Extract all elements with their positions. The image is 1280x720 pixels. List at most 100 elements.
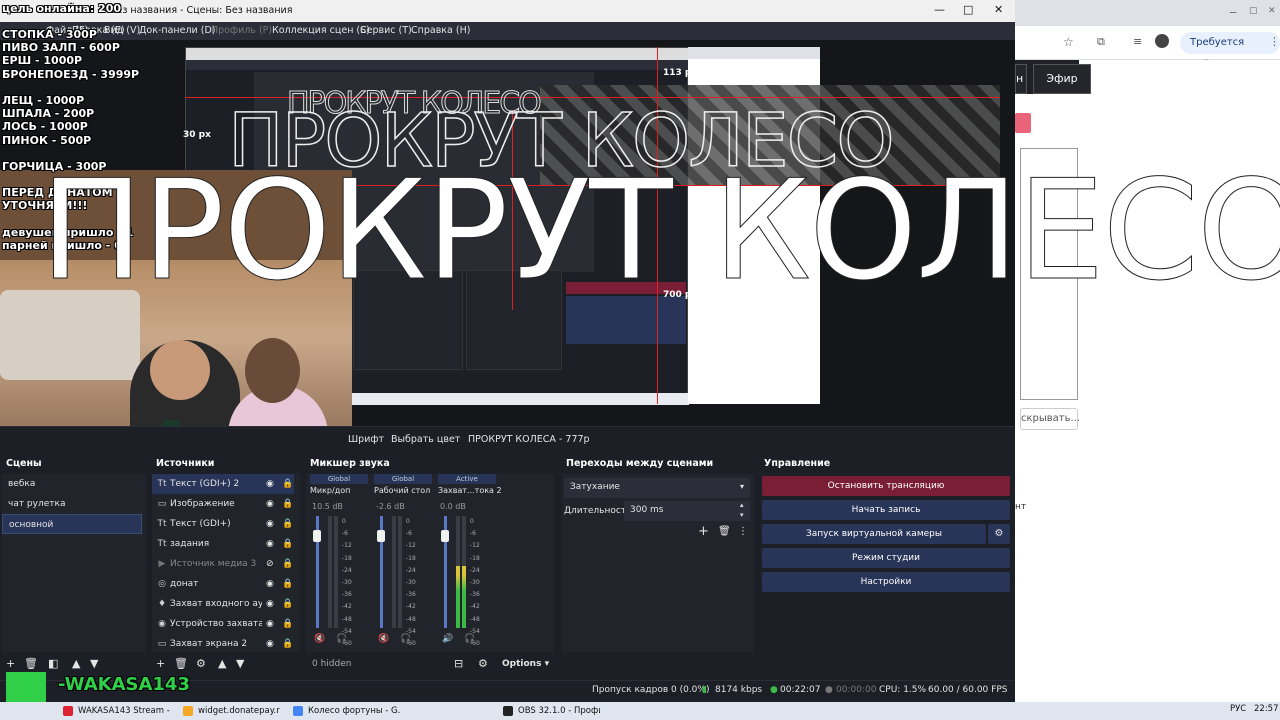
mixer-options-button[interactable]: Options ▾ xyxy=(502,659,549,669)
taskbar-app[interactable]: WAKASA143 Stream - ... xyxy=(60,703,170,719)
minimize-button[interactable]: — xyxy=(934,3,945,16)
extensions-icon[interactable]: ⧉ xyxy=(1097,35,1105,49)
visibility-eye-icon[interactable]: ◉ xyxy=(266,494,274,514)
source-item[interactable]: Tt задания ◉ 🔒 xyxy=(152,534,294,554)
dropped-frames: Пропуск кадров 0 (0.0%) xyxy=(592,685,710,695)
menu-scene-collection[interactable]: Коллекция сцен (S) xyxy=(272,25,370,36)
source-properties-icon[interactable]: ⚙ xyxy=(196,657,206,670)
source-item[interactable]: ▶ Источник медиа 3 ⊘ 🔒 xyxy=(152,554,294,574)
move-source-down-icon[interactable]: ▼ xyxy=(236,657,244,670)
start-virtual-camera-button[interactable]: Запуск виртуальной камеры xyxy=(762,524,986,544)
muted-speaker-icon[interactable]: 🔇 xyxy=(378,634,389,644)
source-item[interactable]: ▭ Изображение ◉ 🔒 xyxy=(152,494,294,514)
browser-minimize-icon[interactable]: ⚊ xyxy=(1229,6,1237,16)
visibility-eye-icon[interactable]: ◉ xyxy=(266,594,274,614)
taskbar-app[interactable]: Колесо фортуны - G... xyxy=(290,703,400,719)
menu-profile[interactable]: Профиль (P) xyxy=(211,25,272,36)
reading-list-icon[interactable]: ≡ xyxy=(1133,35,1142,48)
fader-knob[interactable] xyxy=(441,530,449,542)
required-action-button[interactable]: Требуется действие xyxy=(1180,32,1280,70)
menu-help[interactable]: Справка (H) xyxy=(411,25,470,36)
menu-tools[interactable]: Сервис (T) xyxy=(360,25,412,36)
close-button[interactable]: ✕ xyxy=(994,3,1003,16)
scene-item-main[interactable]: основной xyxy=(2,514,142,534)
remove-transition-icon[interactable]: 🗑 xyxy=(718,526,731,537)
select-color-button[interactable]: Выбрать цвет xyxy=(383,429,468,451)
mixer-channel-name[interactable]: Захват...тока 2 xyxy=(438,486,502,495)
profile-avatar[interactable] xyxy=(1155,34,1169,48)
browser-close-icon[interactable]: ✕ xyxy=(1268,6,1276,16)
sources-list: Tt Текст (GDI+) 2 ◉ 🔒 ▭ Изображение ◉ 🔒 Tt Текст … xyxy=(152,474,300,652)
add-scene-icon[interactable]: + xyxy=(6,657,15,670)
visibility-eye-icon[interactable]: ◉ xyxy=(266,514,274,534)
scene-item-webcam[interactable]: вебка xyxy=(2,474,142,494)
transition-menu-icon[interactable]: ⋮ xyxy=(738,526,748,537)
add-transition-icon[interactable]: + xyxy=(698,524,709,539)
visibility-eye-icon[interactable]: ◉ xyxy=(266,534,274,554)
fader-knob[interactable] xyxy=(313,530,321,542)
taskbar-app[interactable]: OBS 32.1.0 - Профил... xyxy=(500,703,600,719)
source-item[interactable]: Tt Текст (GDI+) ◉ 🔒 xyxy=(152,514,294,534)
move-source-up-icon[interactable]: ▲ xyxy=(218,657,226,670)
visibility-eye-icon[interactable]: ◉ xyxy=(266,474,274,494)
fader-knob[interactable] xyxy=(377,530,385,542)
clock[interactable]: 22:57 xyxy=(1254,704,1279,714)
db-scale-tick: -6 xyxy=(470,530,476,538)
lock-icon[interactable]: 🔒 xyxy=(282,494,293,514)
monitor-headphones-icon[interactable]: 🎧 xyxy=(336,634,347,644)
mixer-channel-name[interactable]: Рабочий стол xyxy=(374,486,434,495)
efir-button[interactable]: Эфир xyxy=(1033,64,1091,94)
studio-mode-button[interactable]: Режим студии xyxy=(762,548,1010,568)
mixer-advanced-icon[interactable]: ⚙ xyxy=(478,657,488,670)
lock-icon[interactable]: 🔒 xyxy=(282,474,293,494)
lock-icon[interactable]: 🔒 xyxy=(282,634,293,654)
taskbar-app[interactable]: widget.donatepay.ru/... xyxy=(180,703,280,719)
move-scene-up-icon[interactable]: ▲ xyxy=(72,657,80,670)
add-source-icon[interactable]: + xyxy=(156,657,165,670)
settings-button[interactable]: Настройки xyxy=(762,572,1010,592)
source-item[interactable]: Tt Текст (GDI+) 2 ◉ 🔒 xyxy=(152,474,294,494)
stop-streaming-button[interactable]: Остановить трансляцию xyxy=(762,476,1010,496)
monitor-headphones-icon[interactable]: 🎧 xyxy=(464,634,475,644)
transition-select[interactable]: Затухание ▾ xyxy=(564,478,750,498)
muted-speaker-icon[interactable]: 🔇 xyxy=(314,634,325,644)
lock-icon[interactable]: 🔒 xyxy=(282,574,293,594)
visibility-eye-icon[interactable]: ⊘ xyxy=(266,554,274,574)
speaker-icon[interactable]: 🔊 xyxy=(442,634,453,644)
browser-menu-icon[interactable]: ⋮ xyxy=(1269,35,1280,48)
scene-filter-icon[interactable]: ◧ xyxy=(48,657,58,670)
monitor-headphones-icon[interactable]: 🎧 xyxy=(400,634,411,644)
language-indicator[interactable]: РУС xyxy=(1230,704,1246,714)
spin-down-icon[interactable]: ▾ xyxy=(740,511,744,519)
visibility-eye-icon[interactable]: ◉ xyxy=(266,614,274,634)
source-item[interactable]: ♦Захват входного аудио ◉ 🔒 xyxy=(152,594,294,614)
pink-action-button[interactable] xyxy=(1015,113,1031,133)
tab-button-left[interactable]: н xyxy=(1015,64,1027,94)
app-icon xyxy=(63,706,73,716)
visibility-eye-icon[interactable]: ◉ xyxy=(266,574,274,594)
lock-icon[interactable]: 🔒 xyxy=(282,554,293,574)
bookmark-star-icon[interactable]: ☆ xyxy=(1063,35,1074,49)
virtual-camera-settings-icon[interactable]: ⚙ xyxy=(988,524,1010,544)
remove-scene-icon[interactable]: 🗑 xyxy=(24,657,38,670)
mixer-channel-name[interactable]: Микр/доп xyxy=(310,486,370,495)
start-recording-button[interactable]: Начать запись xyxy=(762,500,1010,520)
spin-up-icon[interactable]: ▴ xyxy=(740,501,744,509)
move-scene-down-icon[interactable]: ▼ xyxy=(90,657,98,670)
source-item[interactable]: ▭ Захват экрана 2 ◉ 🔒 xyxy=(152,634,294,654)
duration-spinbox[interactable]: 300 ms ▴ ▾ xyxy=(624,501,750,521)
menu-docks[interactable]: Док-панели (D) xyxy=(139,25,215,36)
lock-icon[interactable]: 🔒 xyxy=(282,594,293,614)
lock-icon[interactable]: 🔒 xyxy=(282,534,293,554)
browser-maximize-icon[interactable]: ▢ xyxy=(1249,6,1258,16)
source-item[interactable]: ◎ донат ◉ 🔒 xyxy=(152,574,294,594)
maximize-button[interactable]: □ xyxy=(963,3,973,16)
source-item[interactable]: ◉ Устройство захвата видео ◉ 🔒 xyxy=(152,614,294,634)
remove-source-icon[interactable]: 🗑 xyxy=(174,657,188,670)
mixer-layout-icon[interactable]: ⊟ xyxy=(454,657,463,670)
scene-item-chat-roulette[interactable]: чат рулетка xyxy=(2,494,142,514)
lock-icon[interactable]: 🔒 xyxy=(282,614,293,634)
hide-button[interactable]: скрывать... xyxy=(1020,408,1080,430)
visibility-eye-icon[interactable]: ◉ xyxy=(266,634,274,654)
lock-icon[interactable]: 🔒 xyxy=(282,514,293,534)
